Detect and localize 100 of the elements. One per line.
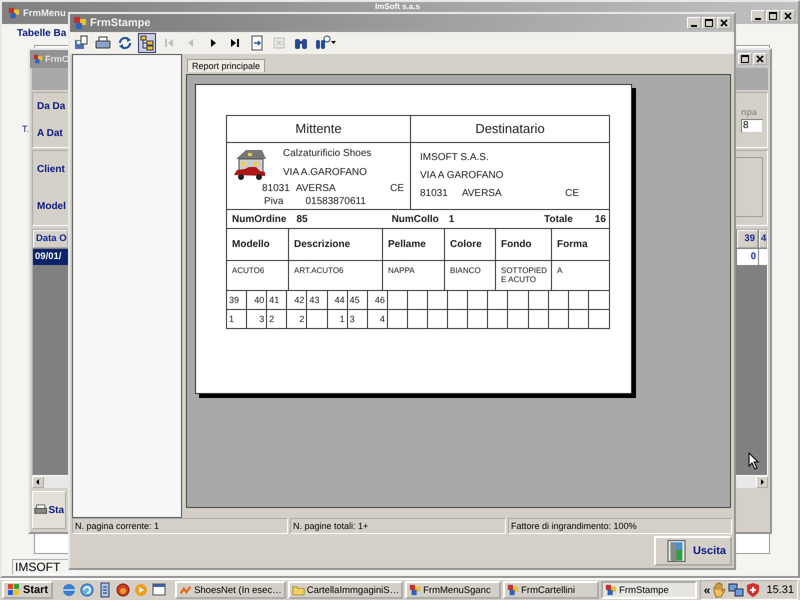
taskbar-button[interactable]: ShoesNet (In esec… [175, 581, 286, 599]
stop-icon [271, 35, 287, 51]
field-label: A Dat [37, 128, 64, 139]
column-header[interactable]: Data O [33, 230, 68, 248]
maximize-icon [705, 19, 713, 27]
label: T. [22, 124, 30, 134]
mouse-pointer-icon [748, 452, 760, 470]
taskbar-button[interactable]: FrmCartellini [503, 581, 600, 599]
house-car-icon [232, 147, 268, 181]
order-number: 85 [296, 214, 308, 224]
field-label: npa [741, 107, 758, 117]
clock: 15.31 [766, 584, 794, 596]
form-icon [507, 584, 520, 596]
table-cell-text: A [556, 265, 564, 277]
status-text: N. pagine totali: 1+ [290, 518, 506, 534]
table-cell: BIANCO [445, 261, 496, 290]
section-heading: Destinatario [474, 120, 546, 138]
status-text: N. pagina corrente: 1 [72, 518, 288, 534]
network-icon[interactable] [728, 582, 744, 598]
tree-icon [139, 35, 155, 51]
zigzag-icon [179, 584, 192, 596]
sender-name: Calzaturificio Shoes [283, 148, 372, 159]
start-button[interactable]: Start [2, 581, 54, 599]
column-header: Forma [556, 238, 589, 252]
disc-icon[interactable] [115, 582, 132, 598]
form-icon [8, 7, 20, 19]
close-icon [784, 12, 792, 20]
sender-province: CE [390, 183, 404, 196]
field-label: Da Da [37, 101, 66, 112]
tree-toggle-button[interactable] [138, 33, 156, 53]
window-title: FrmMenu [23, 8, 66, 18]
door-icon [666, 539, 687, 563]
maximize-button[interactable] [702, 17, 716, 29]
column-header[interactable]: 39 [737, 230, 758, 248]
recipient-city: AVERSA [462, 188, 502, 199]
form-icon [73, 16, 87, 30]
form-icon [33, 54, 43, 64]
field-label: Client [37, 164, 66, 175]
refresh-icon [117, 35, 133, 51]
column-header: Pellame [383, 229, 445, 260]
column-header: Colore [445, 229, 496, 260]
close-button[interactable] [781, 10, 795, 22]
vat-number: 01583870611 [305, 196, 366, 208]
order-label: NumOrdine [232, 214, 286, 224]
quantity-cell: 3 [348, 310, 368, 328]
minimize-button[interactable] [687, 17, 701, 29]
size-cell: 40 [247, 291, 268, 309]
close-icon [720, 19, 728, 27]
exit-button[interactable]: Uscita [654, 536, 732, 566]
printer-icon [95, 35, 111, 51]
app-title: ImSoft s.a.s [375, 2, 420, 12]
minimize-button[interactable] [751, 10, 765, 22]
taskbar-button[interactable]: CartellaImmgaginiS… [288, 581, 404, 599]
size-cell: 42 [287, 291, 308, 309]
size-cell: 41 [267, 291, 288, 309]
grid-cell: 0 [737, 249, 758, 265]
scroll-right-button[interactable] [756, 476, 768, 488]
recipient-name: IMSOFT S.A.S. [420, 152, 490, 163]
shield-icon[interactable] [745, 582, 762, 598]
size-cell: 46 [368, 291, 388, 309]
maximize-button[interactable] [766, 10, 780, 22]
grid-cell[interactable]: 09/01/ [33, 249, 68, 265]
menu-item[interactable]: Tabelle Ba [17, 28, 66, 38]
parcel-label: NumCollo [392, 214, 439, 224]
column-header: Descrizione [289, 229, 383, 260]
sender-street: VIA A.GAROFANO [283, 167, 368, 178]
maximize-icon [769, 12, 777, 20]
table-cell: ACUTO6 [227, 261, 289, 290]
window-title: FrmC [45, 54, 69, 64]
close-button[interactable] [753, 53, 767, 65]
total-value: 16 [594, 214, 606, 224]
sender-zip: 81031 [262, 183, 290, 196]
status-text: Fattore di ingrandimento: 100% [508, 518, 732, 534]
maximize-icon [741, 55, 749, 63]
taskbar-button[interactable]: FrmStampe [601, 581, 698, 599]
expand-button[interactable]: « [704, 583, 710, 597]
print-button[interactable]: Sta [32, 491, 66, 529]
table-cell: ART.ACUTO6 [289, 261, 383, 290]
recipient-street: VIA A GAROFANO [420, 170, 504, 181]
globe-icon[interactable] [61, 582, 78, 598]
window-title: FrmStampe [90, 17, 151, 29]
input-field[interactable]: 8 [741, 119, 763, 133]
recipient-province: CE [565, 188, 579, 199]
scroll-left-button[interactable] [32, 476, 44, 488]
total-label: Totale [544, 214, 573, 224]
zoom-icon [315, 35, 331, 51]
quantity-cell: 2 [267, 310, 288, 328]
size-cell: 43 [307, 291, 328, 309]
close-button[interactable] [717, 17, 731, 29]
window-icon[interactable] [151, 582, 168, 598]
taskbar-button[interactable]: FrmMenuSganc [405, 581, 502, 599]
section-heading: Mittente [227, 116, 411, 142]
maximize-button[interactable] [738, 53, 752, 65]
quantity-cell: 4 [368, 310, 388, 328]
size-cell: 39 [227, 291, 248, 309]
close-icon [756, 55, 764, 63]
recipient-zip: 81031 [420, 188, 448, 199]
field-label: Model [37, 201, 66, 212]
tab[interactable]: Report principale [187, 59, 266, 72]
column-header[interactable]: 4 [759, 230, 767, 248]
